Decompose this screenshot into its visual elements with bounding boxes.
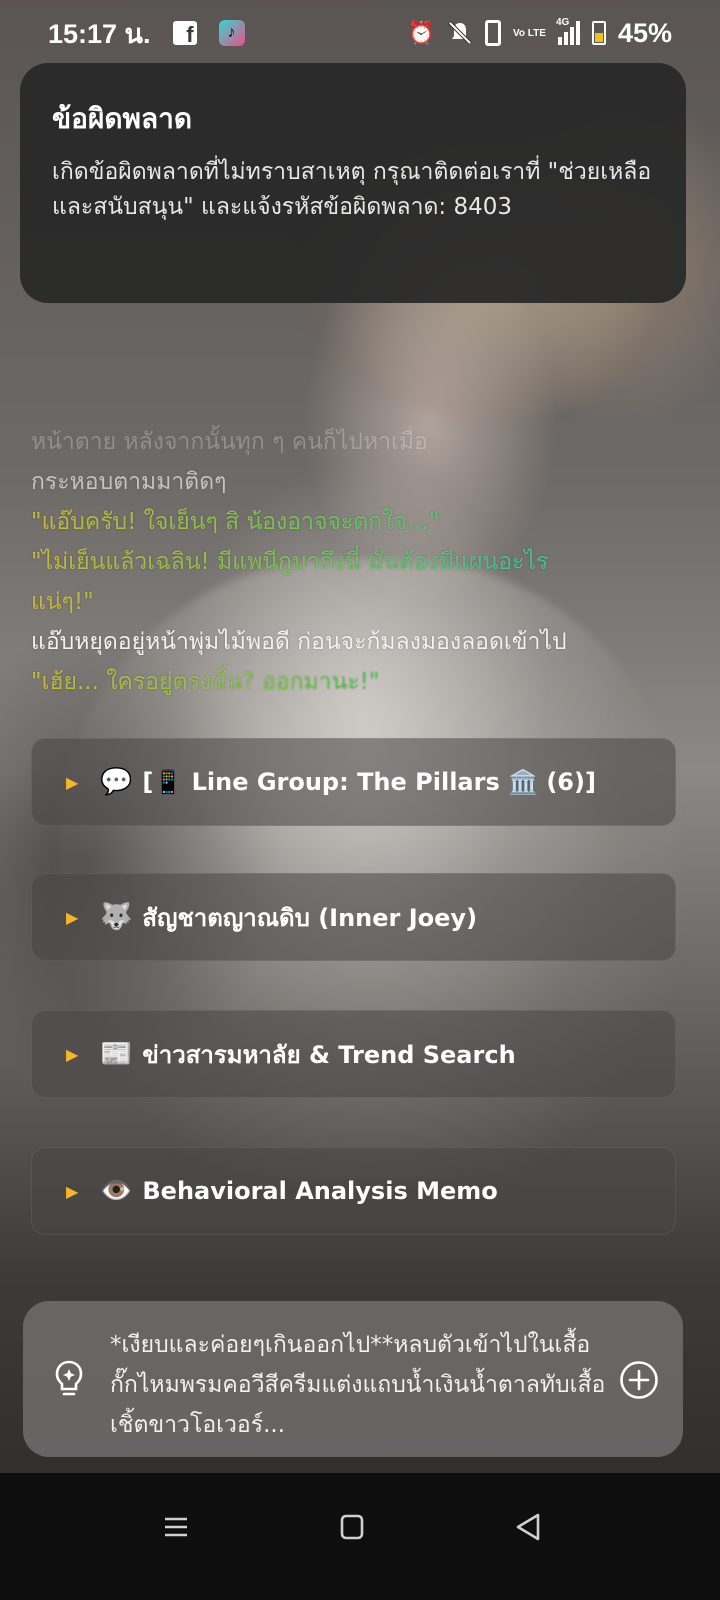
section-trend-search[interactable]: ▶ 📰 ข่าวสารมหาลัย & Trend Search <box>31 1010 676 1098</box>
section-label: Behavioral Analysis Memo <box>142 1177 498 1205</box>
volte-icon: Vo LTE <box>512 27 546 39</box>
story-line: "เฮ้ย... ใครอยู่ตรงนั้น? ออกมานะ!" <box>31 662 691 702</box>
story-line: กระหอบตามมาติดๆ <box>31 469 227 495</box>
lightbulb-icon[interactable] <box>51 1359 87 1399</box>
story-line: แอ๊บหยุดอยู่หน้าพุ่มไม้พอดี ก่อนจะก้มลงม… <box>31 629 567 655</box>
expand-arrow-icon: ▶ <box>66 772 79 792</box>
network-type: 4G <box>555 17 570 28</box>
back-icon[interactable] <box>504 1507 552 1547</box>
mute-icon <box>448 21 472 45</box>
error-title: ข้อผิดพลาด <box>52 102 193 135</box>
facebook-icon: f <box>172 21 197 45</box>
story-line: "ไม่เย็นแล้วเฉลิน! มีแพนีกูมาถึงนี่ มันต… <box>31 542 691 582</box>
chat-bubble-icon: 💬 <box>100 767 133 797</box>
story-line: แน่ๆ!" <box>31 582 691 622</box>
message-input-bar: *เงียบและค่อยๆเกินออกไป**หลบตัวเข้าไปในเ… <box>23 1301 683 1457</box>
section-inner-joey[interactable]: ▶ 🐺 สัญชาตญาณดิบ (Inner Joey) <box>31 873 676 961</box>
error-message: เกิดข้อผิดพลาดที่ไม่ทราบสาเหตุ กรุณาติดต… <box>52 159 652 220</box>
wolf-icon: 🐺 <box>100 902 133 932</box>
newspaper-icon: 📰 <box>100 1039 133 1069</box>
section-label: [📱 Line Group: The Pillars 🏛️ (6)] <box>142 768 596 796</box>
section-behavioral-memo[interactable]: ▶ 👁️ Behavioral Analysis Memo <box>31 1147 676 1235</box>
eye-icon: 👁️ <box>100 1176 133 1206</box>
signal-icon: 4G <box>556 17 580 45</box>
story-text: หน้าตาย หลังจากนั้นทุก ๆ คนก็ไปหาเมื่อ ก… <box>31 422 691 702</box>
system-navigation-bar <box>0 1473 720 1600</box>
expand-arrow-icon: ▶ <box>66 907 79 927</box>
battery-percent: 45% <box>617 17 672 48</box>
tiktok-icon: ♪ <box>218 20 245 46</box>
story-line: "แอ๊บครับ! ใจเย็นๆ สิ น้องอาจจะตกใจ..." <box>31 502 691 542</box>
story-line: หน้าตาย หลังจากนั้นทุก ๆ คนก็ไปหาเมื่อ <box>31 429 428 455</box>
add-icon[interactable] <box>619 1360 659 1400</box>
error-toast: ข้อผิดพลาด เกิดข้อผิดพลาดที่ไม่ทราบสาเหต… <box>20 63 686 303</box>
section-label: ข่าวสารมหาลัย & Trend Search <box>142 1040 516 1069</box>
recent-apps-icon[interactable] <box>152 1507 200 1547</box>
phone-icon <box>484 20 501 46</box>
alarm-icon: ⏰ <box>407 20 435 45</box>
message-input[interactable]: *เงียบและค่อยๆเกินออกไป**หลบตัวเข้าไปในเ… <box>110 1325 610 1445</box>
expand-arrow-icon: ▶ <box>66 1181 79 1201</box>
battery-icon <box>591 21 606 45</box>
status-bar: 15:17 น. f ♪ ⏰ Vo LTE 4G 45% <box>0 0 720 66</box>
home-icon[interactable] <box>328 1507 376 1547</box>
section-line-group[interactable]: ▶ 💬 [📱 Line Group: The Pillars 🏛️ (6)] <box>31 738 676 826</box>
status-time: 15:17 น. <box>48 18 151 49</box>
section-label: สัญชาตญาณดิบ (Inner Joey) <box>142 903 478 932</box>
expand-arrow-icon: ▶ <box>66 1044 79 1064</box>
